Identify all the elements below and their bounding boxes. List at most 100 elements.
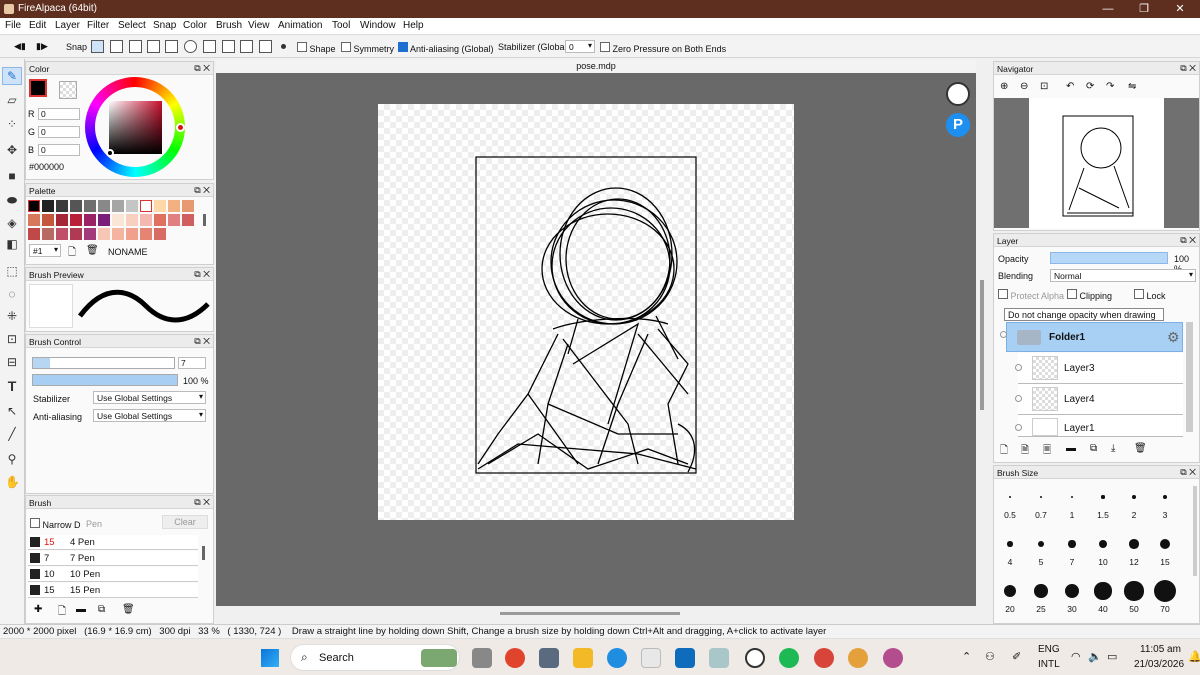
antialias-checkbox[interactable]: [398, 42, 408, 52]
sv-square[interactable]: [109, 101, 162, 154]
menu-select[interactable]: Select: [118, 20, 146, 31]
new-1bit-layer-icon[interactable]: 🗏: [1043, 443, 1051, 460]
brush-opacity-slider[interactable]: [32, 374, 178, 386]
brush-size-dot[interactable]: [1009, 496, 1011, 498]
canvas-hscroll[interactable]: [500, 612, 680, 615]
volume-icon[interactable]: 🔈: [1088, 650, 1102, 663]
brush-size-dot[interactable]: [1124, 581, 1144, 601]
canvas-vscroll[interactable]: [980, 280, 984, 410]
brush-size-dot[interactable]: [1037, 540, 1044, 547]
clock-date[interactable]: 21/03/2026: [1134, 659, 1184, 670]
operation-tool-icon[interactable]: ↖: [5, 404, 19, 418]
snap-settings-icon[interactable]: [259, 40, 272, 53]
brush-tool-icon[interactable]: ✎: [5, 69, 19, 83]
chrome-profile-2-icon[interactable]: [848, 648, 868, 668]
visibility-icon[interactable]: [1015, 364, 1022, 371]
palette-swatch[interactable]: [56, 228, 68, 240]
palette-swatch[interactable]: [140, 228, 152, 240]
blending-select[interactable]: Normal: [1050, 269, 1196, 282]
brush-size-dot[interactable]: [1101, 495, 1105, 499]
notification-icon[interactable]: 🔔: [1188, 650, 1200, 663]
wifi-icon[interactable]: ◠: [1071, 650, 1081, 663]
duplicate-layer-icon[interactable]: ⧉: [1090, 443, 1097, 454]
delete-palette-icon[interactable]: 🗑: [86, 245, 99, 256]
edge-icon[interactable]: [607, 648, 627, 668]
palette-swatch[interactable]: [84, 228, 96, 240]
menu-view[interactable]: View: [248, 20, 270, 31]
brush-size-dot[interactable]: [1094, 582, 1112, 600]
palette-swatch[interactable]: [112, 228, 124, 240]
outlook-icon[interactable]: [675, 648, 695, 668]
palette-swatch[interactable]: [56, 214, 68, 226]
palette-swatch[interactable]: [42, 200, 54, 212]
battery-icon[interactable]: ▭: [1107, 650, 1117, 663]
canvas-tab[interactable]: pose.mdp: [216, 59, 976, 73]
brush-size-dot[interactable]: [1159, 538, 1171, 550]
rect-tool-icon[interactable]: ■: [5, 169, 19, 183]
photos-icon[interactable]: [709, 648, 729, 668]
firealpaca-taskbar-icon[interactable]: [745, 648, 765, 668]
palette-swatch[interactable]: [98, 228, 110, 240]
layer-opacity-slider[interactable]: [1050, 252, 1168, 264]
palette-swatch[interactable]: [168, 200, 180, 212]
close-button[interactable]: ✕: [1162, 0, 1198, 18]
snap-grid-icon[interactable]: [222, 40, 235, 53]
select-tool-icon[interactable]: ⬚: [5, 264, 19, 278]
palette-swatch[interactable]: [70, 200, 82, 212]
palette-swatch[interactable]: [28, 200, 40, 212]
new-palette-icon[interactable]: 🗋: [68, 245, 76, 262]
protect-alpha-checkbox[interactable]: [998, 289, 1008, 299]
add-brush-icon[interactable]: ✚: [34, 604, 42, 615]
menu-file[interactable]: File: [5, 20, 21, 31]
palette-swatch[interactable]: [154, 228, 166, 240]
brush-size-scrollbar[interactable]: [1193, 486, 1197, 576]
visibility-icon[interactable]: [1015, 395, 1022, 402]
text-tool-icon[interactable]: T: [5, 379, 19, 393]
brush-size-dot[interactable]: [1154, 580, 1176, 602]
palette-swatch[interactable]: [154, 200, 166, 212]
chevron-up-icon[interactable]: ⌃: [962, 650, 971, 663]
fit-icon[interactable]: ⊡: [1040, 81, 1048, 92]
dot-tool-icon[interactable]: ⁘: [5, 117, 19, 131]
snap-circle-icon[interactable]: [184, 40, 197, 53]
clipping-toggle[interactable]: Clipping: [1067, 289, 1112, 301]
panel-close-icon[interactable]: ⧉ ✕: [1180, 235, 1196, 246]
zoom-in-icon[interactable]: ⊕: [1000, 81, 1008, 92]
hue-cursor[interactable]: [176, 123, 185, 132]
brush-list-item[interactable]: 10 10 Pen: [28, 567, 198, 582]
select-eraser-tool-icon[interactable]: ⊟: [5, 355, 19, 369]
brush-list-item[interactable]: 15 4 Pen: [28, 535, 198, 550]
gear-icon[interactable]: ⚙: [1167, 329, 1180, 346]
zero-pressure-checkbox[interactable]: [600, 42, 610, 52]
narrow-checkbox[interactable]: [30, 518, 40, 528]
palette-swatch[interactable]: [140, 200, 152, 212]
layer-row-layer4[interactable]: Layer4: [1018, 384, 1183, 415]
protect-alpha-toggle[interactable]: Protect Alpha: [998, 289, 1064, 301]
lock-checkbox[interactable]: [1134, 289, 1144, 299]
primary-color-swatch[interactable]: [29, 79, 47, 97]
next-icon[interactable]: ▮▶: [36, 41, 48, 52]
lock-toggle[interactable]: Lock: [1134, 289, 1166, 301]
start-icon[interactable]: [261, 649, 279, 667]
task-view-icon[interactable]: [472, 648, 492, 668]
layer-row-layer3[interactable]: Layer3: [1018, 353, 1183, 384]
antialias-toggle[interactable]: Anti-aliasing (Global): [398, 42, 494, 54]
new-folder-icon[interactable]: ▬: [1066, 443, 1076, 454]
brush-size-dot[interactable]: [1162, 494, 1168, 500]
panel-close-icon[interactable]: ⧉ ✕: [194, 185, 210, 196]
brush-size-slider[interactable]: [32, 357, 175, 369]
brush-size-dot[interactable]: [1098, 539, 1108, 549]
menu-help[interactable]: Help: [403, 20, 424, 31]
brush-size-dot[interactable]: [1064, 583, 1080, 599]
palette-swatch[interactable]: [28, 228, 40, 240]
brush-size-dot[interactable]: [1129, 539, 1139, 549]
delete-brush-icon[interactable]: 🗑: [122, 604, 135, 615]
menu-window[interactable]: Window: [360, 20, 396, 31]
eyedropper-tool-icon[interactable]: ⚲: [5, 452, 19, 466]
clear-button[interactable]: Clear: [162, 515, 208, 529]
g-field[interactable]: 0: [38, 126, 80, 138]
panel-close-icon[interactable]: ⧉ ✕: [194, 269, 210, 280]
rotate-right-icon[interactable]: ↷: [1106, 81, 1114, 92]
layer-row-layer1[interactable]: Layer1: [1018, 415, 1183, 437]
palette-swatch[interactable]: [140, 214, 152, 226]
